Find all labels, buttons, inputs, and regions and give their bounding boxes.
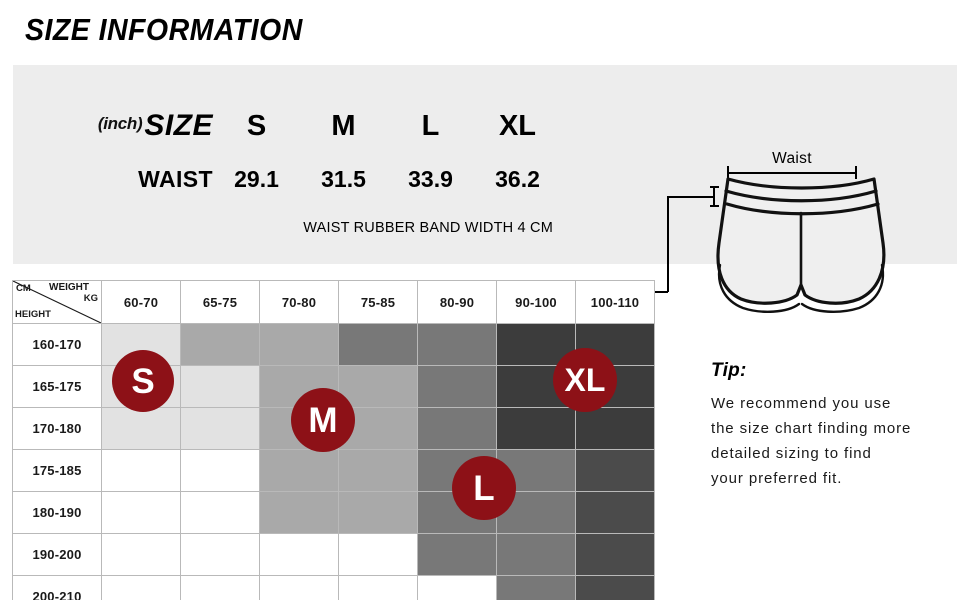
height-row-header: 190-200	[12, 533, 102, 576]
weight-column-header: 75-85	[338, 280, 418, 324]
matrix-cell	[575, 533, 655, 576]
matrix-row: 190-200	[12, 533, 655, 576]
matrix-cell	[259, 491, 339, 534]
matrix-cell	[417, 575, 497, 600]
size-col-l: L	[421, 110, 440, 142]
height-row-header: 160-170	[12, 323, 102, 366]
matrix-corner-cell: CM WEIGHT KG HEIGHT	[12, 280, 102, 324]
tip-block: Tip: We recommend you use the size chart…	[711, 360, 961, 491]
waist-value-m: 31.5	[321, 166, 366, 192]
size-summary-panel: (inch)SIZE S M L XL WAIST 29.1 31.5 33.9…	[13, 65, 957, 313]
tip-line: your preferred fit.	[711, 470, 843, 487]
height-row-header: 175-185	[12, 449, 102, 492]
size-badge-xl: XL	[553, 348, 617, 412]
matrix-row: 200-210	[12, 575, 655, 600]
matrix-cell	[101, 575, 181, 600]
matrix-cell	[496, 575, 576, 600]
size-badge-l: L	[452, 456, 516, 520]
matrix-cell	[259, 449, 339, 492]
weight-column-header: 100-110	[575, 280, 655, 324]
inch-size-table: (inch)SIZE S M L XL WAIST 29.1 31.5 33.9…	[13, 65, 613, 264]
matrix-cell	[259, 575, 339, 600]
matrix-row: 180-190	[12, 491, 655, 534]
waist-value-xl: 36.2	[495, 166, 540, 192]
tip-line: the size chart finding more	[711, 420, 912, 437]
waist-value-l: 33.9	[408, 166, 453, 192]
size-badge-m: M	[291, 388, 355, 452]
matrix-cell	[338, 491, 418, 534]
matrix-row: 160-170	[12, 323, 655, 366]
matrix-cell	[338, 365, 418, 408]
corner-kg-label: KG	[83, 293, 98, 304]
matrix-cell	[575, 449, 655, 492]
matrix-cell	[575, 575, 655, 600]
corner-weight-label: WEIGHT	[49, 282, 89, 293]
size-information-page: SIZE INFORMATION (inch)SIZE S M L XL WAI…	[0, 0, 970, 600]
matrix-cell	[496, 533, 576, 576]
matrix-header-row: CM WEIGHT KG HEIGHT 60-70 65-75 70-80 75…	[12, 280, 655, 324]
matrix-cell	[180, 491, 260, 534]
matrix-cell	[338, 575, 418, 600]
size-row-label: (inch)SIZE	[13, 109, 213, 143]
matrix-cell	[180, 407, 260, 450]
matrix-cell	[575, 407, 655, 450]
shorts-illustration-icon	[716, 177, 886, 313]
leader-line-vertical	[667, 196, 669, 292]
matrix-cell	[101, 449, 181, 492]
page-title: SIZE INFORMATION	[25, 12, 303, 47]
size-col-xl: XL	[498, 110, 537, 142]
matrix-cell	[101, 533, 181, 576]
size-col-s: S	[246, 110, 267, 142]
rubber-band-note: WAIST RUBBER BAND WIDTH 4 CM	[303, 220, 553, 236]
weight-column-header: 60-70	[101, 280, 181, 324]
height-row-header: 165-175	[12, 365, 102, 408]
waist-value-s: 29.1	[234, 166, 279, 192]
matrix-cell	[180, 533, 260, 576]
matrix-cell	[180, 449, 260, 492]
height-row-header: 180-190	[12, 491, 102, 534]
matrix-cell	[180, 365, 260, 408]
tip-line: detailed sizing to find	[711, 445, 872, 462]
matrix-cell	[417, 365, 497, 408]
matrix-cell	[101, 491, 181, 534]
matrix-cell	[417, 533, 497, 576]
waist-measurement-row: WAIST 29.1 31.5 33.9 36.2	[13, 166, 613, 193]
matrix-cell	[417, 407, 497, 450]
matrix-row: 175-185	[12, 449, 655, 492]
corner-height-label: HEIGHT	[15, 309, 51, 320]
matrix-cell	[259, 533, 339, 576]
size-label: SIZE	[144, 109, 213, 142]
tip-line: We recommend you use	[711, 395, 892, 412]
size-badge-s: S	[112, 350, 174, 412]
matrix-cell	[259, 323, 339, 366]
waist-dimension-label: Waist	[772, 150, 812, 167]
size-col-m: M	[331, 110, 356, 142]
matrix-cell	[180, 323, 260, 366]
matrix-cell	[575, 491, 655, 534]
height-row-header: 200-210	[12, 575, 102, 600]
matrix-cell	[338, 449, 418, 492]
matrix-cell	[338, 533, 418, 576]
matrix-cell	[496, 407, 576, 450]
weight-column-header: 65-75	[180, 280, 260, 324]
matrix-cell	[180, 575, 260, 600]
waist-row-label: WAIST	[138, 166, 213, 192]
unit-label: (inch)	[97, 114, 143, 133]
matrix-cell	[417, 323, 497, 366]
matrix-cell	[338, 323, 418, 366]
matrix-cell	[101, 407, 181, 450]
weight-column-header: 90-100	[496, 280, 576, 324]
height-row-header: 170-180	[12, 407, 102, 450]
tip-heading: Tip:	[711, 360, 747, 381]
weight-column-header: 80-90	[417, 280, 497, 324]
waist-row-label-wrap: WAIST	[13, 166, 213, 193]
corner-cm-label: CM	[16, 283, 31, 294]
weight-column-header: 70-80	[259, 280, 339, 324]
size-header-row: (inch)SIZE S M L XL	[13, 109, 613, 143]
